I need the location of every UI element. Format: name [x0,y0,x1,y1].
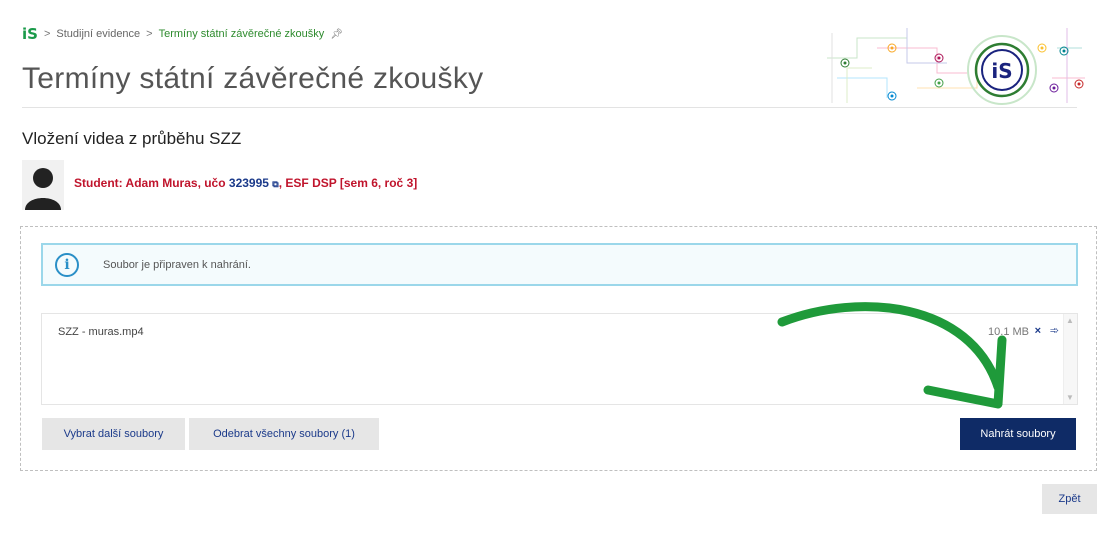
file-size: 10.1 MB [988,326,1029,338]
student-name-label: Student: Adam Muras, učo [74,176,229,190]
header-circuit-decoration-icon: iS [827,28,1085,105]
breadcrumb-separator: > [146,28,153,40]
select-more-files-button[interactable]: Vybrat další soubory [42,418,185,450]
file-list[interactable]: SZZ - muras.mp4 10.1 MB × ➾ ▲ ▼ [41,313,1078,405]
pin-icon[interactable]: 📌︎ [330,29,343,40]
person-silhouette-icon [25,168,61,210]
remove-all-files-button[interactable]: Odebrat všechny soubory (1) [189,418,379,450]
student-uco-link[interactable]: 323995 [229,176,269,190]
info-icon: i [55,252,79,277]
scroll-down-icon[interactable]: ▼ [1066,393,1074,402]
student-avatar [22,160,64,210]
breadcrumb-item-studijni-evidence[interactable]: Studijní evidence [56,28,140,40]
file-name: SZZ - muras.mp4 [58,326,144,338]
student-program: , ESF DSP [sem 6, roč 3] [278,176,418,190]
breadcrumb-item-current[interactable]: Termíny státní závěrečné zkoušky [159,28,325,40]
back-button[interactable]: Zpět [1042,484,1097,514]
page-header: iS > Studijní evidence > Termíny státní … [0,0,1097,110]
breadcrumb: iS > Studijní evidence > Termíny státní … [22,25,343,43]
upload-files-button[interactable]: Nahrát soubory [960,418,1076,450]
upload-area[interactable]: i Soubor je připraven k nahrání. SZZ - m… [20,226,1097,471]
section-title: Vložení videa z průběhu SZZ [22,129,242,148]
is-logo-icon[interactable]: iS [22,25,38,43]
is-logo-text: iS [991,59,1012,83]
page-title: Termíny státní závěrečné zkoušky [22,62,484,95]
student-info: Student: Adam Muras, učo 323995 ⧉, ESF D… [74,176,417,190]
scroll-up-icon[interactable]: ▲ [1066,316,1074,325]
file-list-scrollbar[interactable]: ▲ ▼ [1063,314,1077,404]
upload-file-icon[interactable]: ➾ [1050,324,1059,337]
breadcrumb-separator: > [43,28,51,40]
remove-file-icon[interactable]: × [1035,325,1041,337]
info-message-text: Soubor je připraven k nahrání. [103,258,251,271]
info-message-box: i Soubor je připraven k nahrání. [41,243,1078,286]
